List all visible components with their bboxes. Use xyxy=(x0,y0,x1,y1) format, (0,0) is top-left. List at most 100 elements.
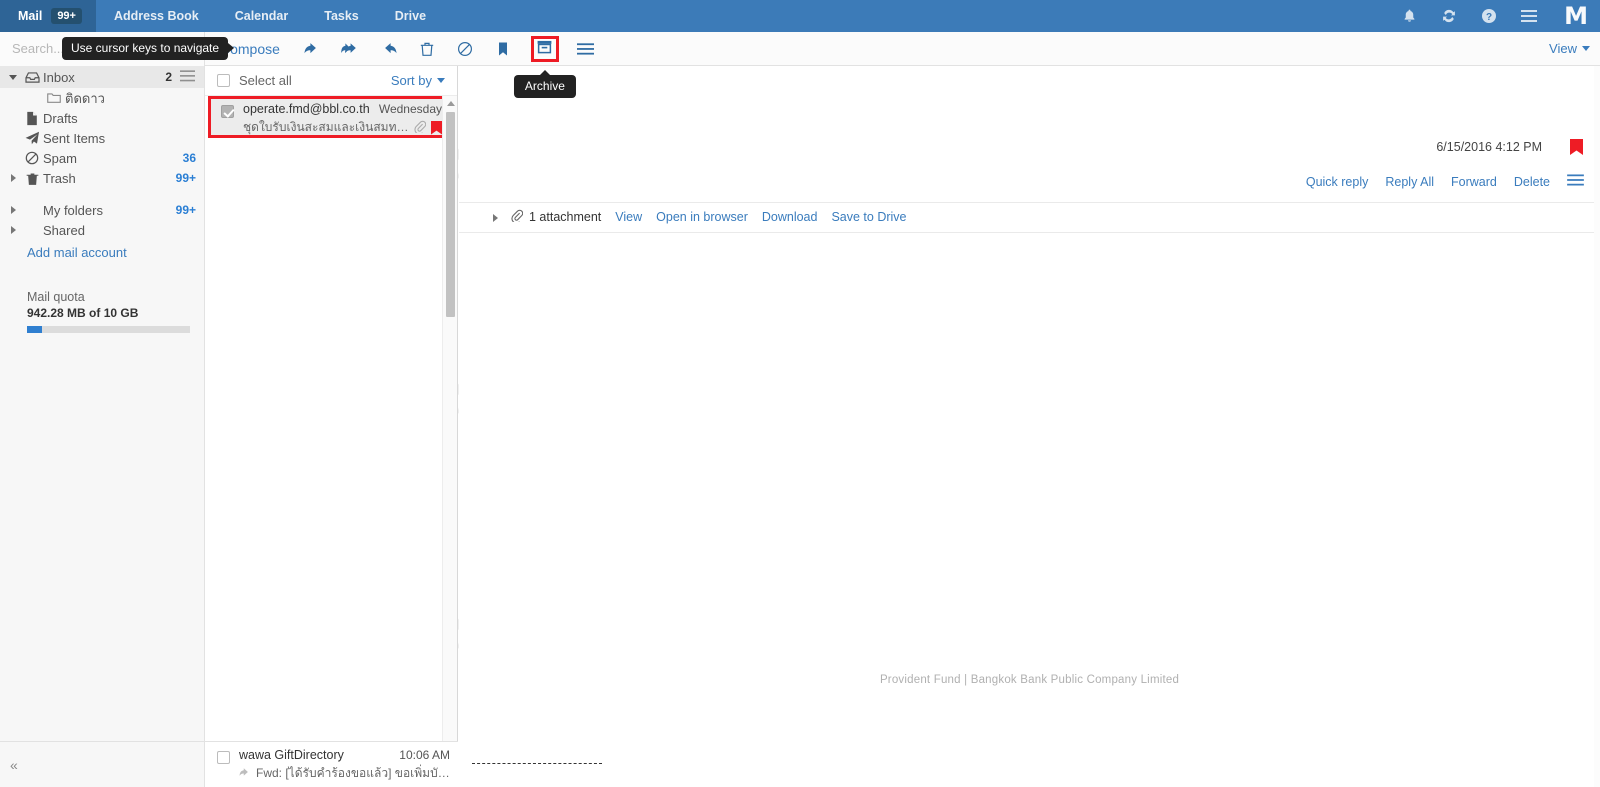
paperclip-icon xyxy=(414,120,427,136)
nav-item-calendar[interactable]: Calendar xyxy=(217,0,307,32)
sidebar-item-sent[interactable]: Sent Items xyxy=(0,128,204,148)
attachment-save-to-drive-link[interactable]: Save to Drive xyxy=(831,210,906,224)
chevron-right-icon xyxy=(10,226,16,234)
message-summary: operate.fmd@bbl.co.th Wednesday ชุดใบรับ… xyxy=(243,102,442,135)
sidebar-item-shared[interactable]: Shared xyxy=(0,220,204,240)
reply-all-link[interactable]: Reply All xyxy=(1385,175,1434,189)
sidebar-item-inbox[interactable]: Inbox 2 xyxy=(0,66,204,88)
chevron-down-icon xyxy=(9,74,17,80)
quota-progress-bar xyxy=(27,326,190,333)
quota-title: Mail quota xyxy=(27,290,85,304)
message-line-subject: Fwd: [ได้รับคำร้องขอแล้ว] ขอเพิ่มบัญ… xyxy=(239,764,450,783)
toolbar-icon-group: Archive xyxy=(294,35,605,98)
nav-item-mail[interactable]: Mail 99+ xyxy=(0,0,96,32)
nav-item-address-book[interactable]: Address Book xyxy=(96,0,217,32)
message-subject: ชุดใบรับเงินสะสมและเงินสมทบ บริ… xyxy=(243,120,410,134)
message-line-subject: ชุดใบรับเงินสะสมและเงินสมทบ บริ… xyxy=(243,118,442,137)
message-time: Wednesday xyxy=(378,102,442,116)
message-checkbox[interactable] xyxy=(221,105,234,118)
spam-button[interactable] xyxy=(452,37,478,61)
flag-icon[interactable] xyxy=(431,120,442,135)
nav-item-tasks[interactable]: Tasks xyxy=(306,0,377,32)
message-flag-icon[interactable] xyxy=(1570,139,1583,155)
sort-by-dropdown[interactable]: Sort by xyxy=(391,73,445,88)
message-time: 10:06 AM xyxy=(399,748,450,762)
reply-button[interactable] xyxy=(300,37,326,61)
view-label: View xyxy=(1549,41,1577,56)
message-actions: Quick reply Reply All Forward Delete xyxy=(1306,174,1584,190)
sidebar-label-my-folders: My folders xyxy=(43,202,103,218)
expand-toggle-inbox[interactable] xyxy=(5,74,21,80)
message-body-dashed-rule xyxy=(472,763,602,764)
top-navigation-bar: Mail 99+ Address Book Calendar Tasks Dri… xyxy=(0,0,1600,32)
bell-icon[interactable] xyxy=(1400,7,1418,25)
sidebar-count-spam: 36 xyxy=(182,151,196,165)
attachment-open-in-browser-link[interactable]: Open in browser xyxy=(656,210,748,224)
forward-button[interactable] xyxy=(376,37,402,61)
sidebar-item-drafts[interactable]: Drafts xyxy=(0,108,204,128)
delete-link[interactable]: Delete xyxy=(1514,175,1550,189)
quota-progress-fill xyxy=(27,326,42,333)
sidebar-item-trash[interactable]: Trash 99+ xyxy=(0,168,204,188)
archive-icon xyxy=(536,39,554,58)
sidebar-label-shared: Shared xyxy=(43,222,85,238)
attachment-count: 1 attachment xyxy=(511,209,601,225)
add-mail-account-link[interactable]: Add mail account xyxy=(0,240,204,260)
view-dropdown[interactable]: View xyxy=(1549,41,1590,56)
scrollbar-thumb[interactable] xyxy=(446,112,455,317)
message-checkbox[interactable] xyxy=(217,751,230,764)
expand-toggle-trash[interactable] xyxy=(5,174,21,182)
help-icon[interactable]: ? xyxy=(1480,7,1498,25)
quota-value: 942.28 MB of 10 GB xyxy=(27,306,139,320)
refresh-icon[interactable] xyxy=(1440,7,1458,25)
reader-scrollbar[interactable] xyxy=(1594,66,1600,787)
message-list-pane: Select all Sort by operate.fmd@bbl.co.th… xyxy=(205,66,458,787)
expand-toggle-shared[interactable] xyxy=(5,226,21,234)
nav-item-drive[interactable]: Drive xyxy=(377,0,444,32)
nav-mail-label: Mail xyxy=(18,9,43,23)
more-menu-button[interactable] xyxy=(573,37,599,61)
sidebar-item-starred[interactable]: ติดดาว xyxy=(0,88,204,108)
inbox-options-icon[interactable] xyxy=(180,69,195,85)
message-more-menu-icon[interactable] xyxy=(1567,174,1584,190)
sidebar-item-spam[interactable]: Spam 36 xyxy=(0,148,204,168)
svg-text:?: ? xyxy=(1486,12,1492,23)
message-list-item[interactable]: wawa GiftDirectory 10:06 AM Fwd: [ได้รับ… xyxy=(205,741,458,787)
sidebar-item-my-folders[interactable]: My folders 99+ xyxy=(0,200,204,220)
select-all-checkbox[interactable] xyxy=(217,74,230,87)
select-all-label: Select all xyxy=(239,73,292,88)
message-list-item-selected[interactable]: operate.fmd@bbl.co.th Wednesday ชุดใบรับ… xyxy=(208,96,451,138)
message-sender: operate.fmd@bbl.co.th xyxy=(243,102,370,116)
scroll-up-arrow-icon[interactable] xyxy=(447,101,455,106)
sidebar-label-spam: Spam xyxy=(43,150,77,166)
chevron-right-icon[interactable] xyxy=(493,214,498,222)
sidebar-label-inbox: Inbox xyxy=(43,69,75,85)
delete-button[interactable] xyxy=(414,37,440,61)
expand-toggle-my-folders[interactable] xyxy=(5,206,21,214)
attachment-count-label: 1 attachment xyxy=(529,210,602,224)
mail-unread-badge: 99+ xyxy=(51,7,82,25)
menu-icon[interactable] xyxy=(1520,7,1538,25)
message-list-header: Select all Sort by xyxy=(205,66,457,96)
attachment-download-link[interactable]: Download xyxy=(762,210,818,224)
message-subject: Fwd: [ได้รับคำร้องขอแล้ว] ขอเพิ่มบัญ… xyxy=(256,766,450,780)
forward-link[interactable]: Forward xyxy=(1451,175,1497,189)
archive-tooltip: Archive xyxy=(513,69,576,98)
sidebar-count-inbox: 2 xyxy=(165,70,172,84)
spam-icon xyxy=(21,151,43,165)
message-list-scrollbar[interactable] xyxy=(442,96,457,787)
action-toolbar: Use cursor keys to navigate Compose Arch… xyxy=(0,31,1600,98)
collapse-sidebar-button[interactable]: « xyxy=(10,757,18,773)
archive-button[interactable]: Archive xyxy=(513,35,576,98)
attachment-view-link[interactable]: View xyxy=(615,210,642,224)
folder-sidebar: Inbox 2 ติดดาว Drafts Sent Items Spam 36 xyxy=(0,66,205,741)
sidebar-label-sent: Sent Items xyxy=(43,130,106,146)
sidebar-count-my-folders: 99+ xyxy=(175,203,196,217)
flag-button[interactable] xyxy=(490,37,516,61)
sidebar-label-starred: ติดดาว xyxy=(65,90,105,106)
message-line-sender: operate.fmd@bbl.co.th Wednesday xyxy=(243,102,442,116)
reply-all-button[interactable] xyxy=(338,37,364,61)
quick-reply-link[interactable]: Quick reply xyxy=(1306,175,1369,189)
reading-pane: 6/15/2016 4:12 PM Quick reply Reply All … xyxy=(459,66,1600,787)
